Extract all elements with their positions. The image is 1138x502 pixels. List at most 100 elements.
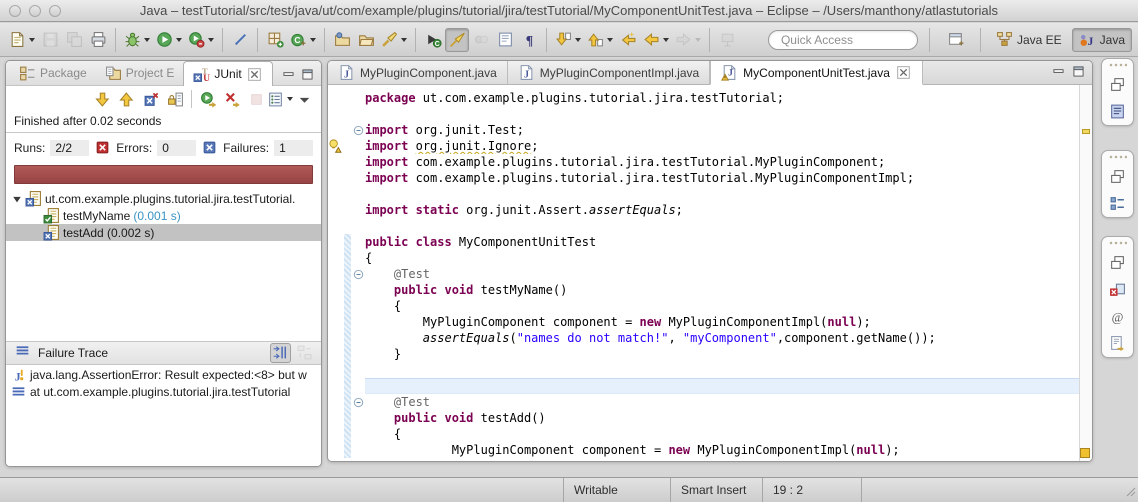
new-java-class-button[interactable]: C <box>287 28 319 52</box>
open-perspective-button[interactable] <box>941 28 972 52</box>
overview-ruler[interactable] <box>1079 85 1092 462</box>
save-all-button[interactable] <box>62 28 86 52</box>
editor-maximize-button[interactable] <box>1071 65 1086 78</box>
counter-label: Errors: <box>116 141 152 155</box>
dropdown-caret-icon[interactable] <box>695 38 701 42</box>
editor-tab-myplugincomponentimpl-java[interactable]: JMyPluginComponentImpl.java <box>508 61 710 84</box>
pin-editor-button[interactable] <box>715 28 739 52</box>
test-tree-row[interactable]: ut.com.example.plugins.tutorial.jira.tes… <box>6 190 321 207</box>
rerun-failed-tests-button[interactable] <box>221 88 243 110</box>
next-annotation-button[interactable] <box>552 28 584 52</box>
show-source-button[interactable] <box>493 28 517 52</box>
junit-test-tree[interactable]: ut.com.example.plugins.tutorial.jira.tes… <box>6 190 321 241</box>
code-text: @Test <box>365 266 1092 282</box>
declaration-icon[interactable] <box>1107 333 1129 353</box>
run-button[interactable] <box>153 28 185 52</box>
run-history-icon <box>188 31 205 48</box>
expanded-twisty-icon[interactable] <box>12 194 22 204</box>
javadoc-icon[interactable]: @ <box>1107 306 1129 326</box>
drag-handle[interactable] <box>1109 63 1127 67</box>
warning-bulb-icon[interactable] <box>328 138 344 154</box>
fold-collapse-icon[interactable] <box>351 122 365 138</box>
view-menu-button[interactable] <box>293 88 315 110</box>
dropdown-caret-icon[interactable] <box>208 38 214 42</box>
restore-view-icon[interactable] <box>1107 166 1129 186</box>
pencil-slash-button[interactable] <box>228 28 252 52</box>
forward-button[interactable] <box>672 28 704 52</box>
previous-failed-test-button[interactable] <box>116 88 138 110</box>
failure-trace-icon <box>14 343 31 363</box>
problems-icon[interactable] <box>1107 279 1129 299</box>
rerun-test-button[interactable] <box>197 88 219 110</box>
drag-handle[interactable] <box>1109 155 1127 159</box>
view-maximize-button[interactable] <box>300 68 315 81</box>
dropdown-caret-icon[interactable] <box>575 38 581 42</box>
view-tab-project-e[interactable]: Project E <box>96 61 184 85</box>
java-perspective-button[interactable]: JJava <box>1072 28 1132 52</box>
code-text: package ut.com.example.plugins.tutorial.… <box>365 90 1092 106</box>
quick-access-input[interactable] <box>781 33 891 47</box>
open-folder-button[interactable] <box>354 28 378 52</box>
view-minimize-button[interactable] <box>281 68 296 81</box>
code-text: } <box>365 346 1092 362</box>
dropdown-caret-icon[interactable] <box>176 38 182 42</box>
task-list-icon[interactable] <box>1107 101 1129 121</box>
view-tab-package[interactable]: Package <box>10 61 96 85</box>
close-icon[interactable] <box>246 66 263 83</box>
new-wizard-button[interactable] <box>6 28 38 52</box>
dropdown-caret-icon[interactable] <box>29 38 35 42</box>
restore-view-icon[interactable] <box>1107 74 1129 94</box>
failure-trace-list[interactable]: Jjava.lang.AssertionError: Result expect… <box>6 365 321 467</box>
code-line: public void testMyName() <box>328 282 1092 298</box>
outline-icon[interactable] <box>1107 193 1129 213</box>
filter-stack-trace-button[interactable] <box>270 343 291 363</box>
search-flashlight-button[interactable] <box>378 28 410 52</box>
code-text <box>365 186 1092 202</box>
window-titlebar[interactable]: Java – testTutorial/src/test/java/ut/com… <box>0 0 1138 22</box>
editor-tab-mycomponentunittest-java[interactable]: JMyComponentUnitTest.java <box>710 61 923 85</box>
failure-trace-item[interactable]: Jjava.lang.AssertionError: Result expect… <box>6 367 321 384</box>
svg-text:J: J <box>1087 35 1093 48</box>
mark-occurrences-button[interactable] <box>445 28 469 52</box>
stop-test-button[interactable] <box>245 88 267 110</box>
dropdown-caret-icon[interactable] <box>607 38 613 42</box>
back-icon <box>643 31 660 48</box>
test-tree-row[interactable]: testAdd (0.002 s) <box>6 224 321 241</box>
next-failed-test-button[interactable] <box>92 88 114 110</box>
run-history-button[interactable] <box>185 28 217 52</box>
code-editor[interactable]: package ut.com.example.plugins.tutorial.… <box>328 85 1092 462</box>
save-button[interactable] <box>38 28 62 52</box>
previous-annotation-button[interactable] <box>584 28 616 52</box>
show-whitespace-button[interactable]: ¶ <box>517 28 541 52</box>
open-plugin-folder-button[interactable] <box>330 28 354 52</box>
code-line: import com.example.plugins.tutorial.jira… <box>328 154 1092 170</box>
new-java-project-button[interactable] <box>263 28 287 52</box>
test-tree-row[interactable]: testMyName (0.001 s) <box>6 207 321 224</box>
dropdown-caret-icon[interactable] <box>663 38 669 42</box>
fold-collapse-icon[interactable] <box>351 394 365 410</box>
restore-view-icon[interactable] <box>1107 252 1129 272</box>
editor-minimize-button[interactable] <box>1051 65 1066 78</box>
view-tab-junit[interactable]: TUJUnit <box>183 61 272 86</box>
overview-warning-marker[interactable] <box>1082 129 1090 134</box>
back-button[interactable] <box>640 28 672 52</box>
fold-collapse-icon[interactable] <box>351 266 365 282</box>
java-ee-perspective-button[interactable]: Java EE <box>989 28 1069 52</box>
dropdown-caret-icon[interactable] <box>144 38 150 42</box>
dropdown-caret-icon[interactable] <box>310 38 316 42</box>
link-editor-button[interactable] <box>469 28 493 52</box>
close-icon[interactable] <box>895 64 912 81</box>
dropdown-caret-icon[interactable] <box>401 38 407 42</box>
editor-tab-myplugincomponent-java[interactable]: JMyPluginComponent.java <box>328 61 508 84</box>
last-edit-location-button[interactable] <box>616 28 640 52</box>
resize-grip[interactable] <box>1124 485 1136 500</box>
failure-trace-item[interactable]: at ut.com.example.plugins.tutorial.jira.… <box>6 384 321 401</box>
run-coverage-button[interactable]: C <box>421 28 445 52</box>
drag-handle[interactable] <box>1109 241 1127 245</box>
debug-button[interactable] <box>121 28 153 52</box>
scroll-lock-button[interactable] <box>164 88 186 110</box>
print-button[interactable] <box>86 28 110 52</box>
show-failures-only-button[interactable] <box>140 88 162 110</box>
compare-result-button[interactable] <box>294 343 315 363</box>
test-run-history-button[interactable] <box>269 88 291 110</box>
